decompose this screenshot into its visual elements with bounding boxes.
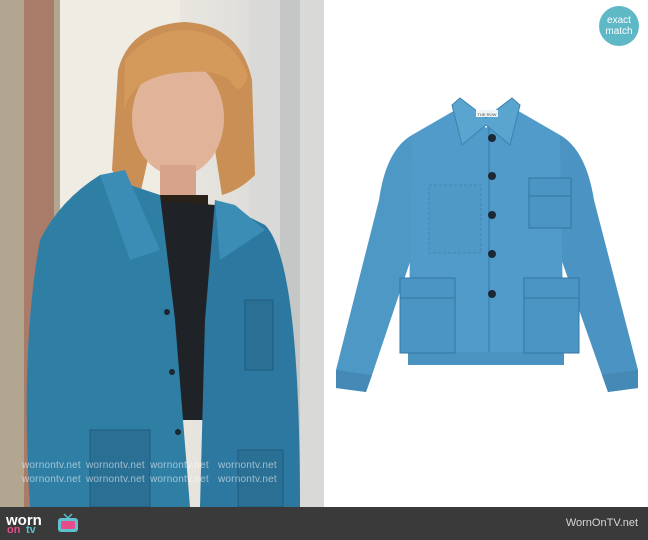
exact-match-badge: exact match [599, 6, 639, 46]
tv-icon [58, 513, 78, 532]
watermark-text: wornontv.net [86, 460, 145, 471]
watermark-text: wornontv.net [218, 474, 277, 485]
watermark-text: wornontv.net [218, 460, 277, 471]
garment-label-text: THE ROW [478, 112, 497, 117]
footer-bar [0, 507, 648, 540]
watermark-text: wornontv.net [150, 460, 209, 471]
denim-jacket-illustration: THE ROW [336, 97, 638, 392]
brand-logo-on: on [7, 524, 21, 536]
badge-line2: match [605, 26, 633, 37]
badge-line1: exact [607, 15, 631, 26]
brand-logo-tv: tv [26, 524, 36, 536]
scene-illustration [0, 0, 324, 507]
scene-photo: wornontv.net wornontv.net wornontv.net w… [0, 0, 324, 507]
watermark-text: wornontv.net [86, 474, 145, 485]
footer-site-name: WornOnTV.net [565, 517, 638, 529]
watermark-text: wornontv.net [22, 474, 81, 485]
watermark-text: wornontv.net [22, 460, 81, 471]
product-image: THE ROW [324, 0, 648, 507]
watermark-text: wornontv.net [150, 474, 209, 485]
